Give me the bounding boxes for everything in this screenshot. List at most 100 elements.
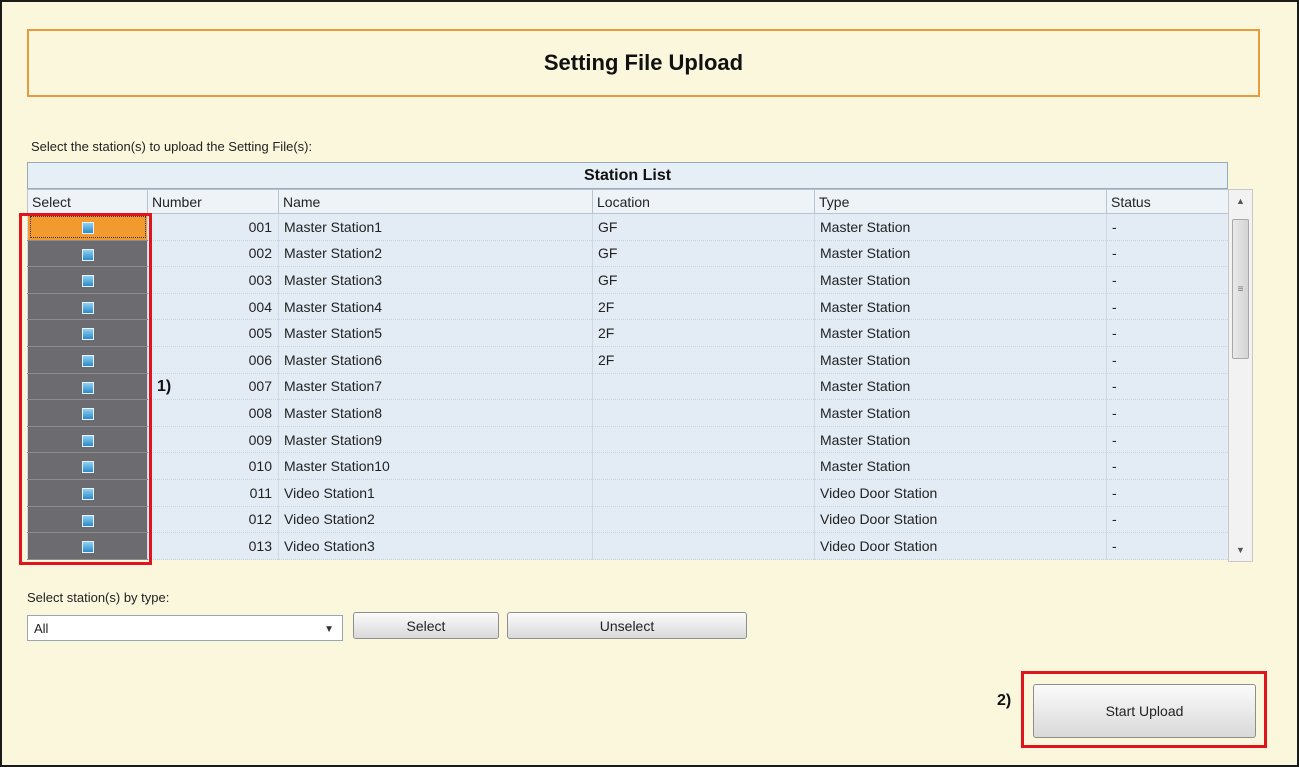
station-type-dropdown-value: All xyxy=(34,620,49,636)
cell-type: Master Station xyxy=(814,293,1107,321)
station-list-grid: Station List Select Number Name Location… xyxy=(27,162,1253,562)
table-row[interactable]: 011 Video Station1 Video Door Station - xyxy=(27,479,1229,507)
cell-status: - xyxy=(1106,506,1229,534)
column-header-name[interactable]: Name xyxy=(278,189,593,214)
annotation-label-2: 2) xyxy=(997,692,1012,709)
cell-number: 011 xyxy=(147,479,279,507)
cell-location xyxy=(592,452,815,480)
table-row[interactable]: 001 Master Station1 GF Master Station - xyxy=(27,213,1229,241)
cell-status: - xyxy=(1106,479,1229,507)
cell-status: - xyxy=(1106,266,1229,294)
scroll-down-arrow-icon[interactable]: ▼ xyxy=(1229,539,1252,561)
unselect-button[interactable]: Unselect xyxy=(507,612,747,639)
cell-type: Video Door Station xyxy=(814,479,1107,507)
cell-location: 2F xyxy=(592,293,815,321)
table-row[interactable]: 002 Master Station2 GF Master Station - xyxy=(27,240,1229,268)
cell-status: - xyxy=(1106,426,1229,454)
cell-location xyxy=(592,426,815,454)
column-header-status[interactable]: Status xyxy=(1106,189,1229,214)
table-row[interactable]: 006 Master Station6 2F Master Station - xyxy=(27,346,1229,374)
select-by-type-label: Select station(s) by type: xyxy=(27,590,170,605)
instruction-text: Select the station(s) to upload the Sett… xyxy=(31,139,313,154)
table-row[interactable]: 005 Master Station5 2F Master Station - xyxy=(27,319,1229,347)
cell-number: 005 xyxy=(147,319,279,347)
cell-type: Master Station xyxy=(814,266,1107,294)
cell-status: - xyxy=(1106,293,1229,321)
cell-name: Video Station2 xyxy=(278,506,593,534)
column-header-number[interactable]: Number xyxy=(147,189,279,214)
cell-type: Video Door Station xyxy=(814,532,1107,560)
cell-number: 008 xyxy=(147,399,279,427)
cell-number: 009 xyxy=(147,426,279,454)
table-row[interactable]: 003 Master Station3 GF Master Station - xyxy=(27,266,1229,294)
select-button[interactable]: Select xyxy=(353,612,499,639)
cell-location xyxy=(592,506,815,534)
cell-number: 004 xyxy=(147,293,279,321)
cell-name: Video Station3 xyxy=(278,532,593,560)
cell-location: 2F xyxy=(592,346,815,374)
cell-type: Master Station xyxy=(814,213,1107,241)
cell-number: 002 xyxy=(147,240,279,268)
station-type-dropdown[interactable]: All ▼ xyxy=(27,615,343,641)
cell-status: - xyxy=(1106,399,1229,427)
cell-location: GF xyxy=(592,266,815,294)
chevron-down-icon[interactable]: ▼ xyxy=(324,624,334,635)
table-row[interactable]: 007 Master Station7 Master Station - xyxy=(27,373,1229,401)
cell-location xyxy=(592,373,815,401)
annotation-label-1: 1) xyxy=(157,378,172,395)
station-table-body: 001 Master Station1 GF Master Station -002 Ma… xyxy=(27,213,1229,560)
cell-name: Master Station3 xyxy=(278,266,593,294)
cell-status: - xyxy=(1106,452,1229,480)
cell-number: 001 xyxy=(147,213,279,241)
cell-name: Master Station2 xyxy=(278,240,593,268)
station-table: Select Number Name Location Type Status … xyxy=(27,189,1229,560)
cell-type: Master Station xyxy=(814,426,1107,454)
station-list-title: Station List xyxy=(27,162,1228,189)
cell-name: Master Station8 xyxy=(278,399,593,427)
cell-number: 006 xyxy=(147,346,279,374)
column-header-location[interactable]: Location xyxy=(592,189,815,214)
cell-type: Video Door Station xyxy=(814,506,1107,534)
cell-status: - xyxy=(1106,532,1229,560)
vertical-scrollbar[interactable]: ▲ ≡ ▼ xyxy=(1228,189,1253,562)
cell-number: 010 xyxy=(147,452,279,480)
scroll-up-arrow-icon[interactable]: ▲ xyxy=(1229,190,1252,212)
highlight-box-select-column xyxy=(19,213,152,565)
cell-name: Master Station1 xyxy=(278,213,593,241)
start-upload-button[interactable]: Start Upload xyxy=(1033,684,1256,738)
cell-name: Master Station7 xyxy=(278,373,593,401)
cell-location: 2F xyxy=(592,319,815,347)
table-header-row: Select Number Name Location Type Status xyxy=(27,189,1229,214)
cell-name: Master Station6 xyxy=(278,346,593,374)
cell-number: 013 xyxy=(147,532,279,560)
cell-name: Master Station5 xyxy=(278,319,593,347)
cell-location xyxy=(592,479,815,507)
table-row[interactable]: 004 Master Station4 2F Master Station - xyxy=(27,293,1229,321)
cell-status: - xyxy=(1106,319,1229,347)
column-header-select[interactable]: Select xyxy=(27,189,148,214)
cell-status: - xyxy=(1106,240,1229,268)
table-row[interactable]: 010 Master Station10 Master Station - xyxy=(27,452,1229,480)
cell-type: Master Station xyxy=(814,346,1107,374)
table-row[interactable]: 013 Video Station3 Video Door Station - xyxy=(27,532,1229,560)
cell-name: Master Station4 xyxy=(278,293,593,321)
cell-status: - xyxy=(1106,373,1229,401)
column-header-type[interactable]: Type xyxy=(814,189,1107,214)
scrollbar-thumb[interactable]: ≡ xyxy=(1232,219,1249,359)
cell-location xyxy=(592,399,815,427)
cell-location: GF xyxy=(592,213,815,241)
cell-name: Master Station10 xyxy=(278,452,593,480)
cell-status: - xyxy=(1106,346,1229,374)
table-row[interactable]: 009 Master Station9 Master Station - xyxy=(27,426,1229,454)
cell-name: Video Station1 xyxy=(278,479,593,507)
cell-location xyxy=(592,532,815,560)
cell-type: Master Station xyxy=(814,373,1107,401)
cell-type: Master Station xyxy=(814,240,1107,268)
cell-status: - xyxy=(1106,213,1229,241)
title-banner: Setting File Upload xyxy=(27,29,1260,97)
cell-type: Master Station xyxy=(814,319,1107,347)
cell-number: 003 xyxy=(147,266,279,294)
table-row[interactable]: 008 Master Station8 Master Station - xyxy=(27,399,1229,427)
cell-type: Master Station xyxy=(814,399,1107,427)
table-row[interactable]: 012 Video Station2 Video Door Station - xyxy=(27,506,1229,534)
